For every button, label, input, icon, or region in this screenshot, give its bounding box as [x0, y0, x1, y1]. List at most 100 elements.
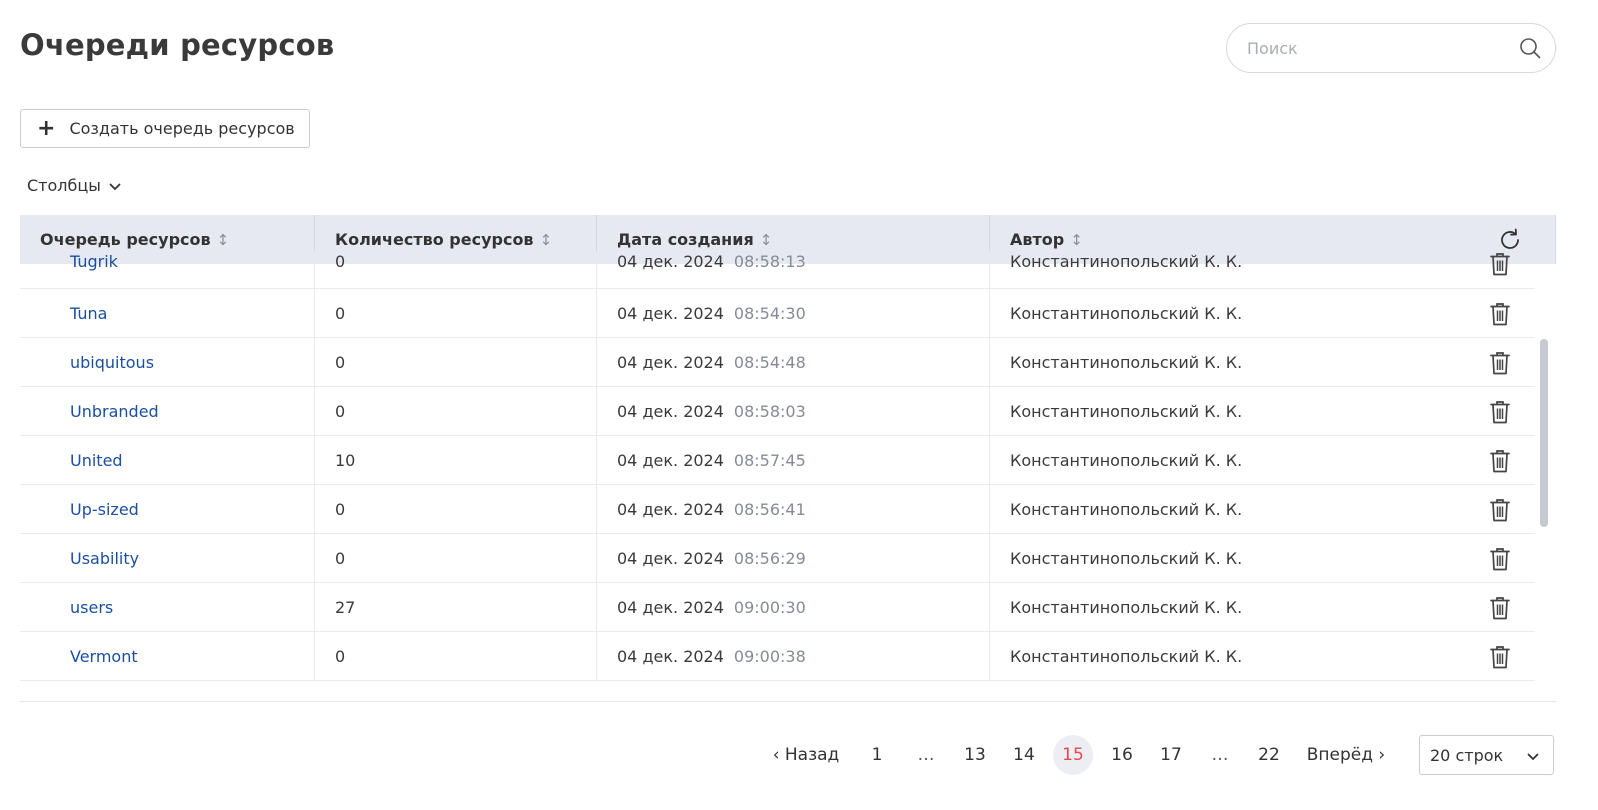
page-button[interactable]: 1: [857, 735, 897, 775]
queue-name-link[interactable]: Tugrik: [70, 252, 118, 271]
pagination-prev-button[interactable]: ‹ Назад: [772, 735, 840, 775]
rows-per-page-value: 20 строк: [1430, 745, 1504, 765]
author-name: Константинопольский К. К.: [1010, 252, 1243, 271]
created-date: 04 дек. 2024: [617, 646, 724, 666]
trash-icon[interactable]: [1489, 596, 1511, 620]
table-row: United 10 04 дек. 2024 08:57:45 Константиноп…: [20, 436, 1535, 485]
sort-icon[interactable]: ↕: [217, 231, 230, 249]
sort-icon[interactable]: ↕: [540, 231, 553, 249]
refresh-icon[interactable]: [1497, 227, 1523, 253]
created-time: 08:54:48: [733, 352, 806, 372]
cell-resource-count: 10: [315, 436, 597, 484]
cell-author: Константинопольский К. К.: [990, 252, 1535, 288]
author-name: Константинопольский К. К.: [1010, 646, 1243, 666]
sort-icon[interactable]: ↕: [760, 231, 773, 249]
created-time: 08:58:03: [733, 401, 806, 421]
cell-created-date: 04 дек. 2024 09:00:30: [597, 583, 990, 631]
cell-resource-count: 0: [315, 387, 597, 435]
table-row: users 27 04 дек. 2024 09:00:30 Константинопо…: [20, 583, 1535, 632]
queue-name-link[interactable]: Vermont: [70, 647, 138, 666]
pagination-next-button[interactable]: Вперёд ›: [1306, 735, 1386, 775]
trash-icon[interactable]: [1489, 400, 1511, 424]
page-button[interactable]: 17: [1151, 735, 1191, 775]
resource-queues-table: Очередь ресурсов ↕ Количество ресурсов ↕ Д…: [20, 215, 1556, 702]
cell-queue-name: Usability: [20, 534, 315, 582]
page-button[interactable]: 14: [1004, 735, 1044, 775]
created-time: 08:54:30: [733, 303, 806, 323]
scrollbar-thumb[interactable]: [1540, 339, 1548, 527]
author-name: Константинопольский К. К.: [1010, 597, 1243, 617]
page-button[interactable]: 22: [1249, 735, 1289, 775]
cell-resource-count: 0: [315, 252, 597, 288]
trash-icon[interactable]: [1489, 645, 1511, 669]
search-input[interactable]: [1247, 38, 1517, 58]
sort-icon[interactable]: ↕: [1070, 231, 1083, 249]
page-ellipsis: …: [917, 745, 935, 765]
cell-created-date: 04 дек. 2024 08:57:45: [597, 436, 990, 484]
cell-author: Константинопольский К. К.: [990, 338, 1535, 386]
page-button-current[interactable]: 15: [1053, 735, 1093, 775]
columns-dropdown[interactable]: Столбцы: [27, 176, 121, 195]
table-row: Tuna 0 04 дек. 2024 08:54:30 Константинополь…: [20, 289, 1535, 338]
created-time: 08:56:41: [733, 499, 806, 519]
created-date: 04 дек. 2024: [617, 499, 724, 519]
cell-queue-name: Tugrik: [20, 252, 315, 288]
rows-per-page-select[interactable]: 20 строк: [1419, 735, 1554, 775]
trash-icon[interactable]: [1489, 547, 1511, 571]
trash-icon[interactable]: [1489, 302, 1511, 326]
cell-resource-count: 0: [315, 289, 597, 337]
created-time: 09:00:30: [733, 597, 806, 617]
cell-author: Константинопольский К. К.: [990, 436, 1535, 484]
trash-icon[interactable]: [1489, 351, 1511, 375]
trash-icon[interactable]: [1489, 252, 1511, 276]
created-time: 08:58:13: [733, 252, 806, 271]
trash-icon[interactable]: [1489, 498, 1511, 522]
chevron-down-icon: [1527, 746, 1539, 765]
queue-name-link[interactable]: Usability: [70, 549, 139, 568]
cell-queue-name: United: [20, 436, 315, 484]
cell-created-date: 04 дек. 2024 08:58:03: [597, 387, 990, 435]
queue-name-link[interactable]: users: [70, 598, 113, 617]
cell-resource-count: 0: [315, 338, 597, 386]
table-row: Usability 0 04 дек. 2024 08:56:29 Константин…: [20, 534, 1535, 583]
queue-name-link[interactable]: ubiquitous: [70, 353, 154, 372]
created-time: 08:56:29: [733, 548, 806, 568]
table-row: Vermont 0 04 дек. 2024 09:00:38 Константиноп…: [20, 632, 1535, 681]
cell-queue-name: users: [20, 583, 315, 631]
page-button[interactable]: 16: [1102, 735, 1142, 775]
created-date: 04 дек. 2024: [617, 352, 724, 372]
cell-author: Константинопольский К. К.: [990, 387, 1535, 435]
created-date: 04 дек. 2024: [617, 450, 724, 470]
page-ellipsis: …: [1211, 745, 1229, 765]
created-date: 04 дек. 2024: [617, 303, 724, 323]
queue-name-link[interactable]: Up-sized: [70, 500, 139, 519]
create-queue-label: Создать очередь ресурсов: [69, 119, 295, 138]
queue-name-link[interactable]: Tuna: [70, 304, 107, 323]
search-icon[interactable]: [1517, 35, 1543, 61]
created-time: 09:00:38: [733, 646, 806, 666]
table-row: Tugrik 0 04 дек. 2024 08:58:13 Константинопо…: [20, 252, 1535, 289]
created-time: 08:57:45: [733, 450, 806, 470]
page-title: Очереди ресурсов: [20, 28, 335, 62]
cell-created-date: 04 дек. 2024 08:56:41: [597, 485, 990, 533]
cell-created-date: 04 дек. 2024 08:54:48: [597, 338, 990, 386]
page-button[interactable]: 13: [955, 735, 995, 775]
cell-resource-count: 27: [315, 583, 597, 631]
cell-resource-count: 0: [315, 632, 597, 680]
queue-name-link[interactable]: Unbranded: [70, 402, 159, 421]
author-name: Константинопольский К. К.: [1010, 548, 1243, 568]
cell-queue-name: Up-sized: [20, 485, 315, 533]
created-date: 04 дек. 2024: [617, 548, 724, 568]
search-box[interactable]: [1226, 23, 1556, 73]
cell-queue-name: Vermont: [20, 632, 315, 680]
pagination: ‹ Назад 1 … 13 14 15 16 17 … 22 Вперёд ›: [0, 735, 1598, 775]
create-queue-button[interactable]: + Создать очередь ресурсов: [20, 109, 310, 148]
table-row: ubiquitous 0 04 дек. 2024 08:54:48 Константи…: [20, 338, 1535, 387]
table-body: Tugrik 0 04 дек. 2024 08:58:13 Константинопо…: [20, 252, 1535, 681]
queue-name-link[interactable]: United: [70, 451, 123, 470]
columns-label: Столбцы: [27, 176, 101, 195]
trash-icon[interactable]: [1489, 449, 1511, 473]
cell-author: Константинопольский К. К.: [990, 485, 1535, 533]
author-name: Константинопольский К. К.: [1010, 450, 1243, 470]
cell-author: Константинопольский К. К.: [990, 583, 1535, 631]
